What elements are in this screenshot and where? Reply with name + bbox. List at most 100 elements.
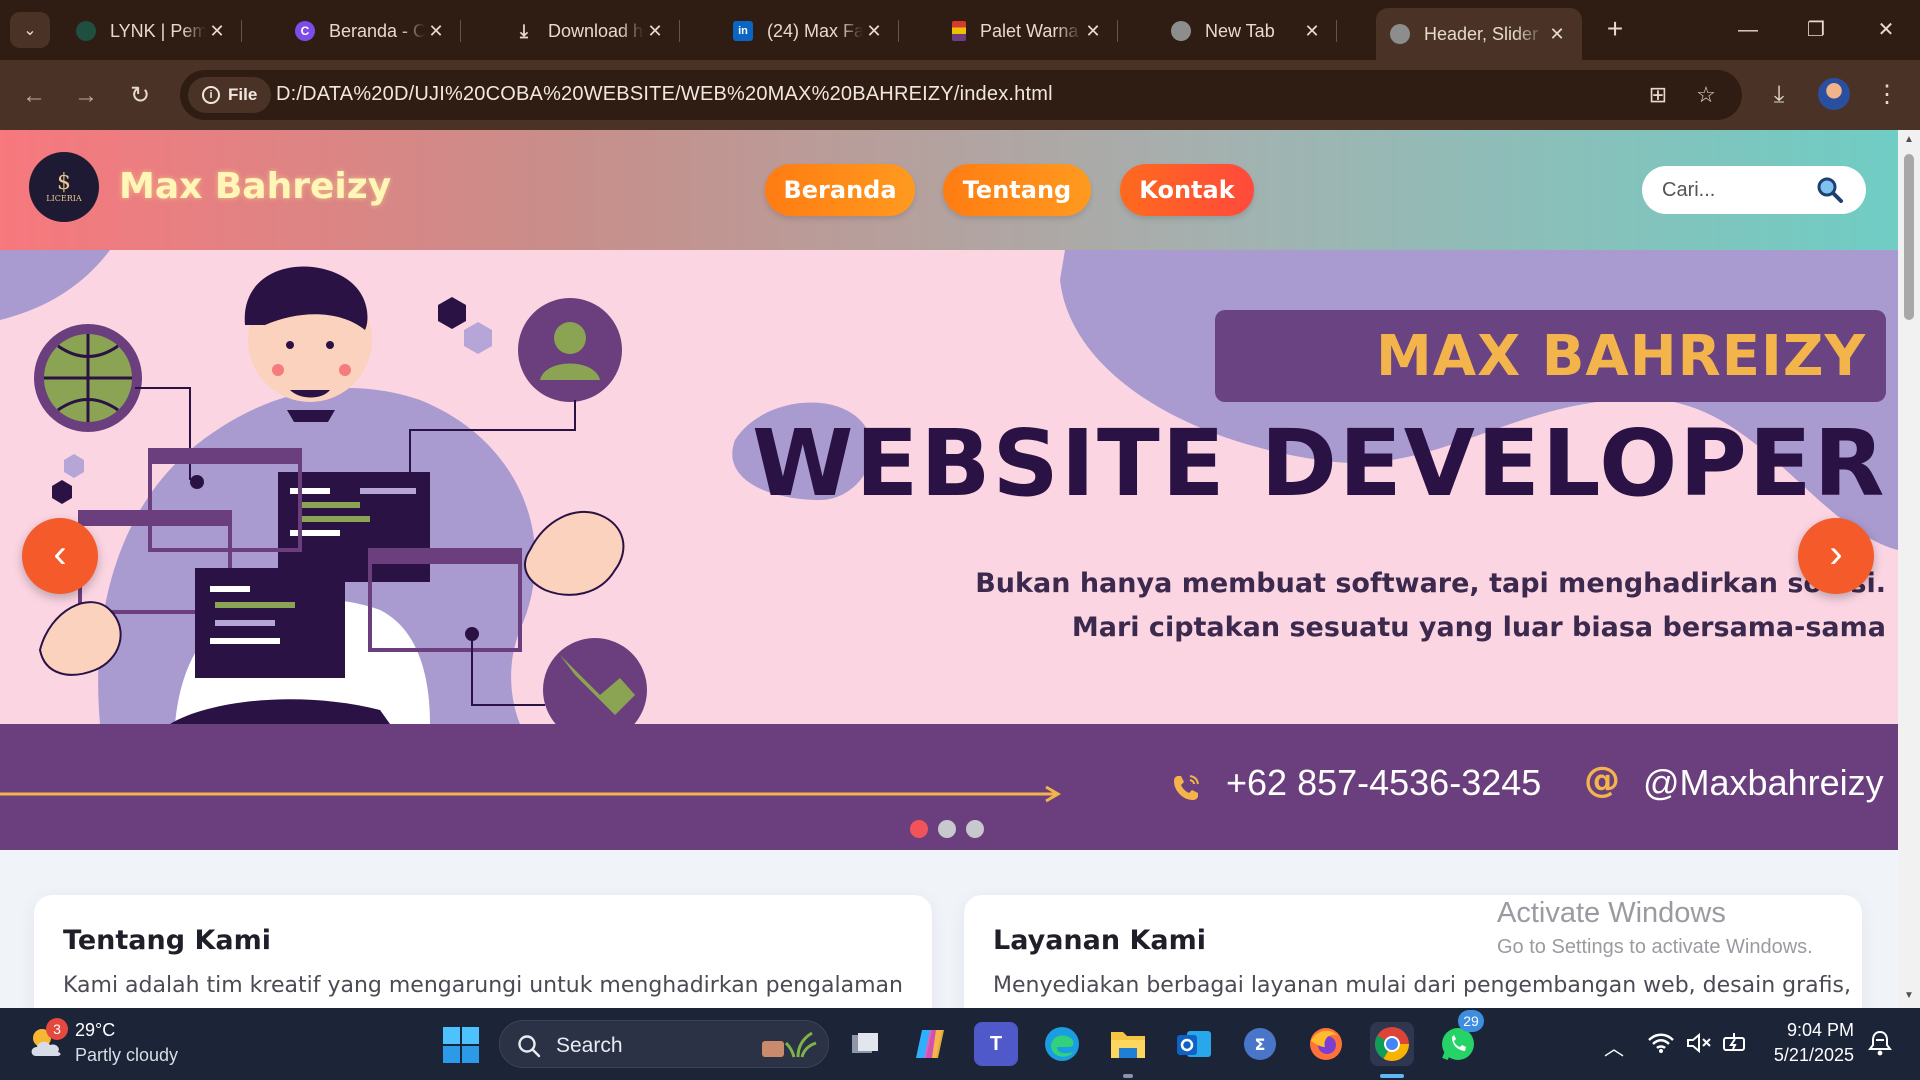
- tab-downloads[interactable]: ⤓ Download history ✕: [500, 8, 680, 54]
- notification-bell-icon[interactable]: [1868, 1030, 1892, 1062]
- close-window-button[interactable]: ✕: [1856, 10, 1916, 50]
- app-active-indicator: [1380, 1074, 1404, 1078]
- site-chip-label: File: [228, 85, 258, 104]
- chevron-down-icon: ⌄: [23, 22, 37, 39]
- tab-lynk[interactable]: LYNK | Pembuat Link ✕: [62, 8, 242, 54]
- site-search: [1642, 166, 1866, 214]
- tab-header-slider[interactable]: Header, Slider ✕: [1376, 8, 1582, 60]
- lynk-favicon-icon: [76, 21, 96, 41]
- close-icon[interactable]: ✕: [206, 21, 228, 42]
- clock-time[interactable]: 9:04 PM: [1774, 1020, 1854, 1041]
- info-icon: i: [202, 86, 220, 104]
- contact-handle: @Maxbahreizy: [1643, 762, 1884, 803]
- linkedin-favicon-icon: in: [733, 21, 753, 41]
- card-text: Kami adalah tim kreatif yang mengarungi …: [63, 973, 903, 998]
- canva-favicon-icon: C: [295, 21, 315, 41]
- search-input[interactable]: [1662, 176, 1812, 204]
- site-info-chip[interactable]: i File: [188, 77, 272, 113]
- tab-new-tab[interactable]: New Tab ✕: [1157, 8, 1337, 54]
- tab-search-button[interactable]: ⌄: [10, 12, 50, 48]
- hero-name: MAX BAHREIZY: [1376, 324, 1866, 389]
- speaker-muted-icon[interactable]: [1686, 1032, 1712, 1060]
- close-icon[interactable]: ✕: [1546, 24, 1568, 45]
- logo-text: LICERIA: [46, 193, 82, 203]
- hero-name-box: MAX BAHREIZY: [1215, 310, 1886, 402]
- svg-text:Σ: Σ: [1255, 1035, 1266, 1054]
- nav-tentang[interactable]: Tentang: [943, 164, 1091, 216]
- close-icon[interactable]: ✕: [644, 21, 666, 42]
- app-sigma-icon[interactable]: Σ: [1238, 1022, 1282, 1066]
- task-view-icon[interactable]: [843, 1022, 887, 1066]
- battery-charging-icon[interactable]: [1722, 1032, 1748, 1060]
- scroll-down-icon[interactable]: ▼: [1903, 990, 1915, 1001]
- site-logo[interactable]: $ LICERIA: [29, 152, 99, 222]
- tab-title: New Tab: [1205, 20, 1275, 41]
- developer-illustration: [34, 266, 647, 724]
- weather-temperature[interactable]: 29°C: [75, 1020, 115, 1041]
- slider-dot-3[interactable]: [966, 820, 984, 838]
- restore-button[interactable]: ❐: [1786, 10, 1846, 50]
- card-title: Layanan Kami: [993, 925, 1207, 956]
- page-viewport: $ LICERIA Max Bahreizy Beranda Tentang K…: [0, 130, 1898, 1008]
- chrome-icon[interactable]: [1370, 1022, 1414, 1078]
- scrollbar-thumb[interactable]: [1904, 154, 1914, 320]
- forward-button[interactable]: →: [68, 78, 104, 114]
- hero-slider: MAX BAHREIZY WEBSITE DEVELOPER Bukan han…: [0, 250, 1898, 724]
- slider-dot-2[interactable]: [938, 820, 956, 838]
- weather-condition[interactable]: Partly cloudy: [75, 1045, 178, 1066]
- new-tab-button[interactable]: +: [1598, 14, 1632, 48]
- clock-date[interactable]: 5/21/2025: [1764, 1045, 1854, 1066]
- card-title: Tentang Kami: [63, 925, 271, 956]
- whatsapp-badge: 29: [1458, 1010, 1484, 1032]
- scroll-up-icon[interactable]: ▲: [1903, 134, 1915, 145]
- copilot-icon[interactable]: [908, 1022, 952, 1066]
- slider-prev-button[interactable]: ‹: [22, 518, 98, 594]
- hero-tagline-1: Bukan hanya membuat software, tapi mengh…: [975, 568, 1886, 599]
- downloads-icon[interactable]: ⤓: [1764, 80, 1794, 110]
- page-scrollbar[interactable]: ▲ ▼: [1898, 130, 1920, 1008]
- tab-canva[interactable]: C Beranda - Canva ✕: [281, 8, 461, 54]
- tab-title: LYNK | Pembuat Link: [110, 20, 206, 41]
- reload-button[interactable]: ↻: [122, 78, 158, 114]
- tab-title: Download history: [548, 20, 644, 41]
- close-icon[interactable]: ✕: [1082, 21, 1104, 42]
- at-sign-icon: @: [1584, 760, 1620, 801]
- file-explorer-icon[interactable]: [1106, 1022, 1150, 1078]
- windows-start-icon[interactable]: [443, 1027, 479, 1063]
- hero-tagline-2: Mari ciptakan sesuatu yang luar biasa be…: [1071, 612, 1886, 643]
- nav-kontak[interactable]: Kontak: [1120, 164, 1254, 216]
- address-bar[interactable]: i File D:/DATA%20D/UJI%20COBA%20WEBSITE/…: [180, 70, 1742, 120]
- slider-next-button[interactable]: ›: [1798, 518, 1874, 594]
- edge-icon[interactable]: [1040, 1022, 1084, 1066]
- nav-beranda[interactable]: Beranda: [765, 164, 915, 216]
- back-button[interactable]: ←: [16, 78, 52, 114]
- more-menu-icon[interactable]: ⋮: [1872, 80, 1902, 110]
- firefox-icon[interactable]: [1304, 1022, 1348, 1066]
- url-text[interactable]: D:/DATA%20D/UJI%20COBA%20WEBSITE/WEB%20M…: [276, 83, 1053, 106]
- tab-palette[interactable]: Palet Warna Profesional ✕: [938, 8, 1118, 54]
- translate-icon[interactable]: ⊞: [1644, 81, 1672, 109]
- phone-icon: [1174, 775, 1199, 800]
- taskbar-search[interactable]: Search: [499, 1020, 829, 1068]
- windows-taskbar: 3 29°C Partly cloudy Search T Σ 29 ︿ 9:0…: [0, 1008, 1920, 1080]
- wifi-icon[interactable]: [1648, 1032, 1674, 1060]
- close-icon[interactable]: ✕: [863, 21, 885, 42]
- close-icon[interactable]: ✕: [1301, 21, 1323, 42]
- browser-toolbar: ← → ↻ i File D:/DATA%20D/UJI%20COBA%20WE…: [0, 60, 1920, 130]
- teams-icon[interactable]: T: [974, 1022, 1018, 1066]
- search-icon[interactable]: [1816, 176, 1844, 204]
- bookmark-star-icon[interactable]: ☆: [1692, 81, 1720, 109]
- download-icon: ⤓: [520, 20, 528, 41]
- chevron-up-icon[interactable]: ︿: [1604, 1032, 1624, 1061]
- taskbar-search-label: Search: [556, 1034, 623, 1057]
- hero-role: WEBSITE DEVELOPER: [752, 410, 1887, 517]
- slider-dot-1[interactable]: [910, 820, 928, 838]
- tab-linkedin[interactable]: in (24) Max Faisal ✕: [719, 8, 899, 54]
- minimize-button[interactable]: —: [1718, 10, 1778, 50]
- tab-title: Header, Slider: [1424, 23, 1539, 44]
- watermark-subtitle: Go to Settings to activate Windows.: [1497, 936, 1813, 958]
- close-icon[interactable]: ✕: [425, 21, 447, 42]
- weather-badge: 3: [46, 1018, 68, 1040]
- outlook-icon[interactable]: [1172, 1022, 1216, 1066]
- profile-avatar[interactable]: [1818, 78, 1850, 110]
